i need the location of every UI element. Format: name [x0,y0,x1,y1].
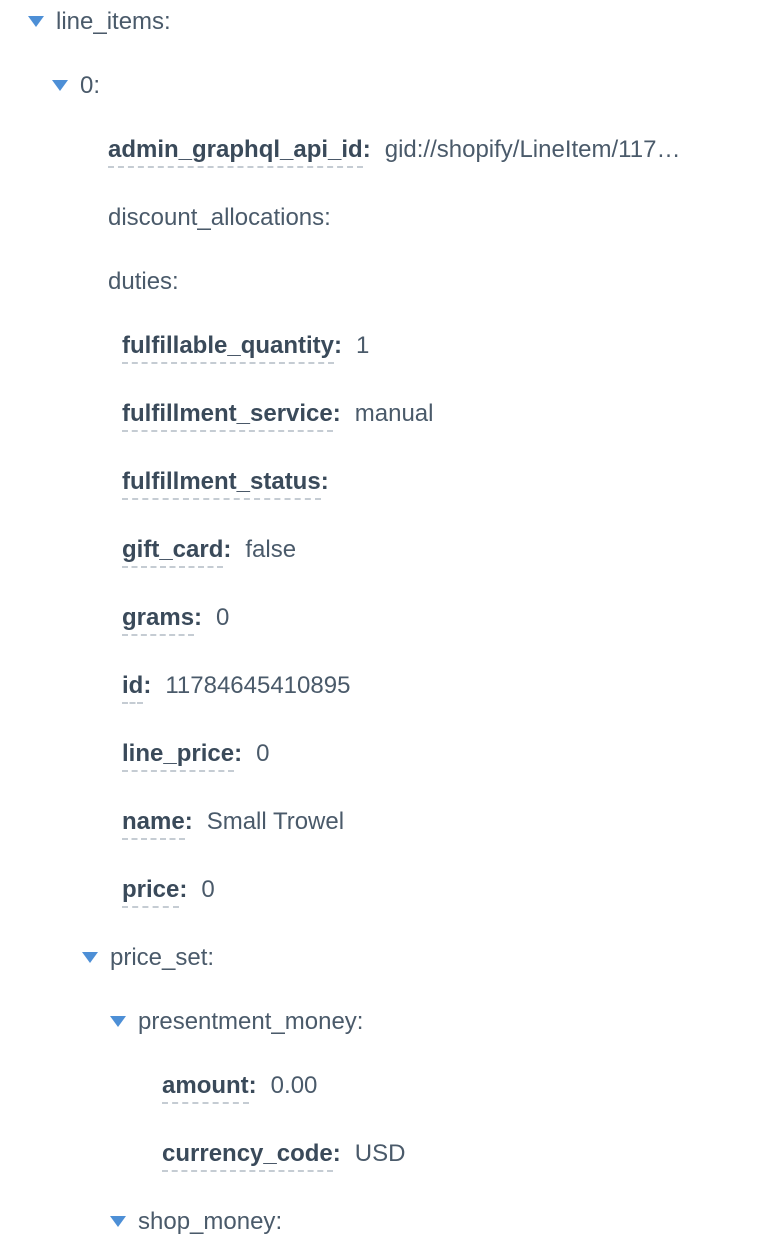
key-label: admin_graphql_api_id [108,136,363,168]
key-label: amount [162,1072,249,1104]
value-text: gid://shopify/LineItem/117… [385,136,681,164]
tree-leaf-grams[interactable]: grams: 0 [10,604,772,636]
key-label: fulfillment_status [122,468,321,500]
colon: : [143,672,151,700]
value-text: 11784645410895 [165,672,350,700]
colon: : [249,1072,257,1100]
colon: : [164,8,171,36]
value-text: manual [355,400,434,428]
tree-leaf-price[interactable]: price: 0 [10,876,772,908]
tree-node-shop-money[interactable]: shop_money: [10,1208,772,1236]
tree-leaf-fulfillable-quantity[interactable]: fulfillable_quantity: 1 [10,332,772,364]
tree-leaf-amount[interactable]: amount: 0.00 [10,1072,772,1104]
key-label: price_set [110,944,207,972]
key-label: line_price [122,740,234,772]
tree-node-index-0[interactable]: 0: [10,72,772,100]
tree-leaf-name[interactable]: name: Small Trowel [10,808,772,840]
key-label: grams [122,604,194,636]
caret-down-icon [110,1216,126,1227]
key-label: duties [108,268,172,296]
value-text: 0.00 [271,1072,318,1100]
key-label: id [122,672,143,704]
colon: : [324,204,331,232]
colon: : [223,536,231,564]
value-text: false [245,536,296,564]
tree-leaf-discount-allocations[interactable]: discount_allocations: [10,204,772,232]
caret-down-icon [28,16,44,27]
tree-leaf-gift-card[interactable]: gift_card: false [10,536,772,568]
colon: : [93,72,100,100]
tree-node-line-items[interactable]: line_items: [10,8,772,36]
key-label: 0 [80,72,93,100]
key-label: shop_money [138,1208,275,1236]
value-text: Small Trowel [207,808,344,836]
colon: : [194,604,202,632]
key-label: discount_allocations [108,204,324,232]
caret-down-icon [52,80,68,91]
value-text: USD [355,1140,406,1168]
colon: : [275,1208,282,1236]
tree-leaf-line-price[interactable]: line_price: 0 [10,740,772,772]
colon: : [333,400,341,428]
tree-leaf-duties[interactable]: duties: [10,268,772,296]
value-text: 1 [356,332,369,360]
tree-leaf-id[interactable]: id: 11784645410895 [10,672,772,704]
tree-leaf-currency-code[interactable]: currency_code: USD [10,1140,772,1172]
key-label: fulfillable_quantity [122,332,334,364]
key-label: line_items [56,8,164,36]
colon: : [333,1140,341,1168]
key-label: gift_card [122,536,223,568]
tree-leaf-fulfillment-service[interactable]: fulfillment_service: manual [10,400,772,432]
colon: : [363,136,371,164]
tree-node-price-set[interactable]: price_set: [10,944,772,972]
colon: : [179,876,187,904]
tree-leaf-fulfillment-status[interactable]: fulfillment_status: [10,468,772,500]
value-text: 0 [201,876,214,904]
value-text: 0 [256,740,269,768]
caret-down-icon [82,952,98,963]
key-label: presentment_money [138,1008,357,1036]
colon: : [334,332,342,360]
key-label: price [122,876,179,908]
colon: : [172,268,179,296]
colon: : [357,1008,364,1036]
colon: : [321,468,329,496]
key-label: name [122,808,185,840]
value-text: 0 [216,604,229,632]
colon: : [185,808,193,836]
key-label: fulfillment_service [122,400,333,432]
key-label: currency_code [162,1140,333,1172]
colon: : [234,740,242,768]
tree-node-presentment-money[interactable]: presentment_money: [10,1008,772,1036]
caret-down-icon [110,1016,126,1027]
tree-leaf-admin-graphql-api-id[interactable]: admin_graphql_api_id: gid://shopify/Line… [10,136,772,168]
colon: : [207,944,214,972]
